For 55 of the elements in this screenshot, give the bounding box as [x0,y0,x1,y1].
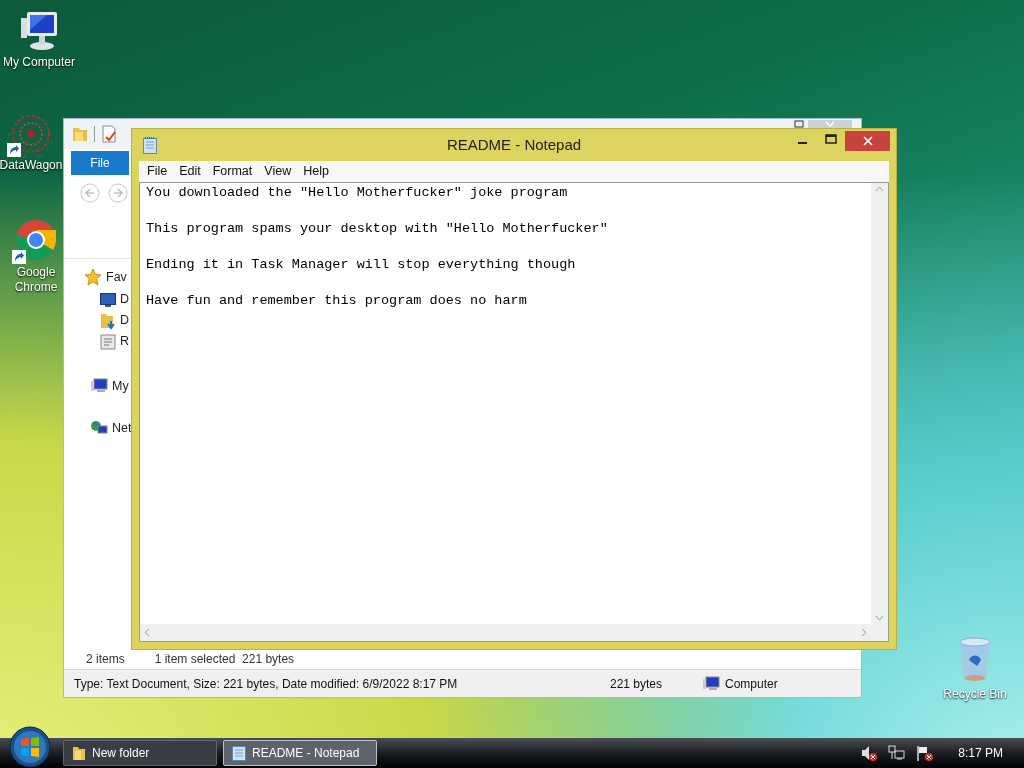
monitor-icon [100,292,116,307]
taskbar-button[interactable]: New folder [63,740,217,766]
document-icon [100,333,116,350]
sidebar-item[interactable]: D [120,311,130,330]
volume-muted-icon[interactable] [860,745,879,761]
star-icon [84,268,102,286]
icon-label[interactable]: My Computer [3,55,75,70]
icon-label[interactable]: Google Chrome [10,265,62,295]
taskbar-button[interactable]: README - Notepad [223,740,377,766]
notepad-icon [232,745,246,761]
horizontal-scrollbar[interactable] [140,624,871,641]
flag-icon[interactable] [916,745,935,761]
folder-icon [72,745,86,761]
ornament-icon[interactable] [9,113,53,155]
start-button[interactable] [9,726,51,768]
sidebar-item[interactable]: R [120,332,130,351]
window-title: README - Notepad [445,134,583,155]
close-icon [862,136,873,146]
computer-icon [90,378,108,394]
vertical-scrollbar[interactable] [871,183,888,624]
scroll-down-icon[interactable] [875,615,884,621]
menu-item[interactable]: View [258,162,298,181]
clock[interactable]: 8:17 PM [958,744,1003,762]
computer-icon [702,675,720,692]
icon-label[interactable]: DataWagon [0,158,63,173]
chrome-icon[interactable] [14,218,58,262]
menu-item[interactable]: Edit [173,162,207,181]
network-icon[interactable] [888,745,907,761]
menu-item[interactable]: Format [206,162,259,181]
back-icon[interactable] [80,183,100,203]
text-line: Have fun and remember this program does no harm [146,292,528,310]
forward-icon[interactable] [108,183,128,203]
sidebar-item[interactable]: Fav [106,267,127,287]
scroll-up-icon[interactable] [875,186,884,192]
document-check-icon[interactable] [101,125,117,143]
scroll-right-icon[interactable] [861,628,867,637]
sidebar-item[interactable]: D [120,290,130,309]
text-line: Ending it in Task Manager will stop everything though [146,256,577,274]
scroll-left-icon[interactable] [144,628,150,637]
file-tab[interactable]: File [71,151,129,175]
folder-icon [72,125,88,143]
sidebar-item[interactable]: My [112,376,129,396]
sidebar-item[interactable]: Net [112,418,132,438]
menu-item[interactable]: File [141,162,174,181]
download-folder-icon [100,311,116,330]
menu-item[interactable]: Help [297,162,335,181]
item-count: 2 items [86,651,125,668]
text-line: You downloaded the "Hello Motherfucker" joke program [146,184,569,202]
notepad-icon [143,136,157,154]
location-text: Computer [725,675,778,693]
details-text: Type: Text Document, Size: 221 bytes, Date modified: 6/9/2022 8:17 PM [73,675,459,693]
size-text: 221 bytes [610,675,664,693]
selection-info: 1 item selected 221 bytes [154,651,295,668]
text-line: This program spams your desktop with "Hello Motherfucker" [146,220,609,238]
network-icon [90,420,108,436]
